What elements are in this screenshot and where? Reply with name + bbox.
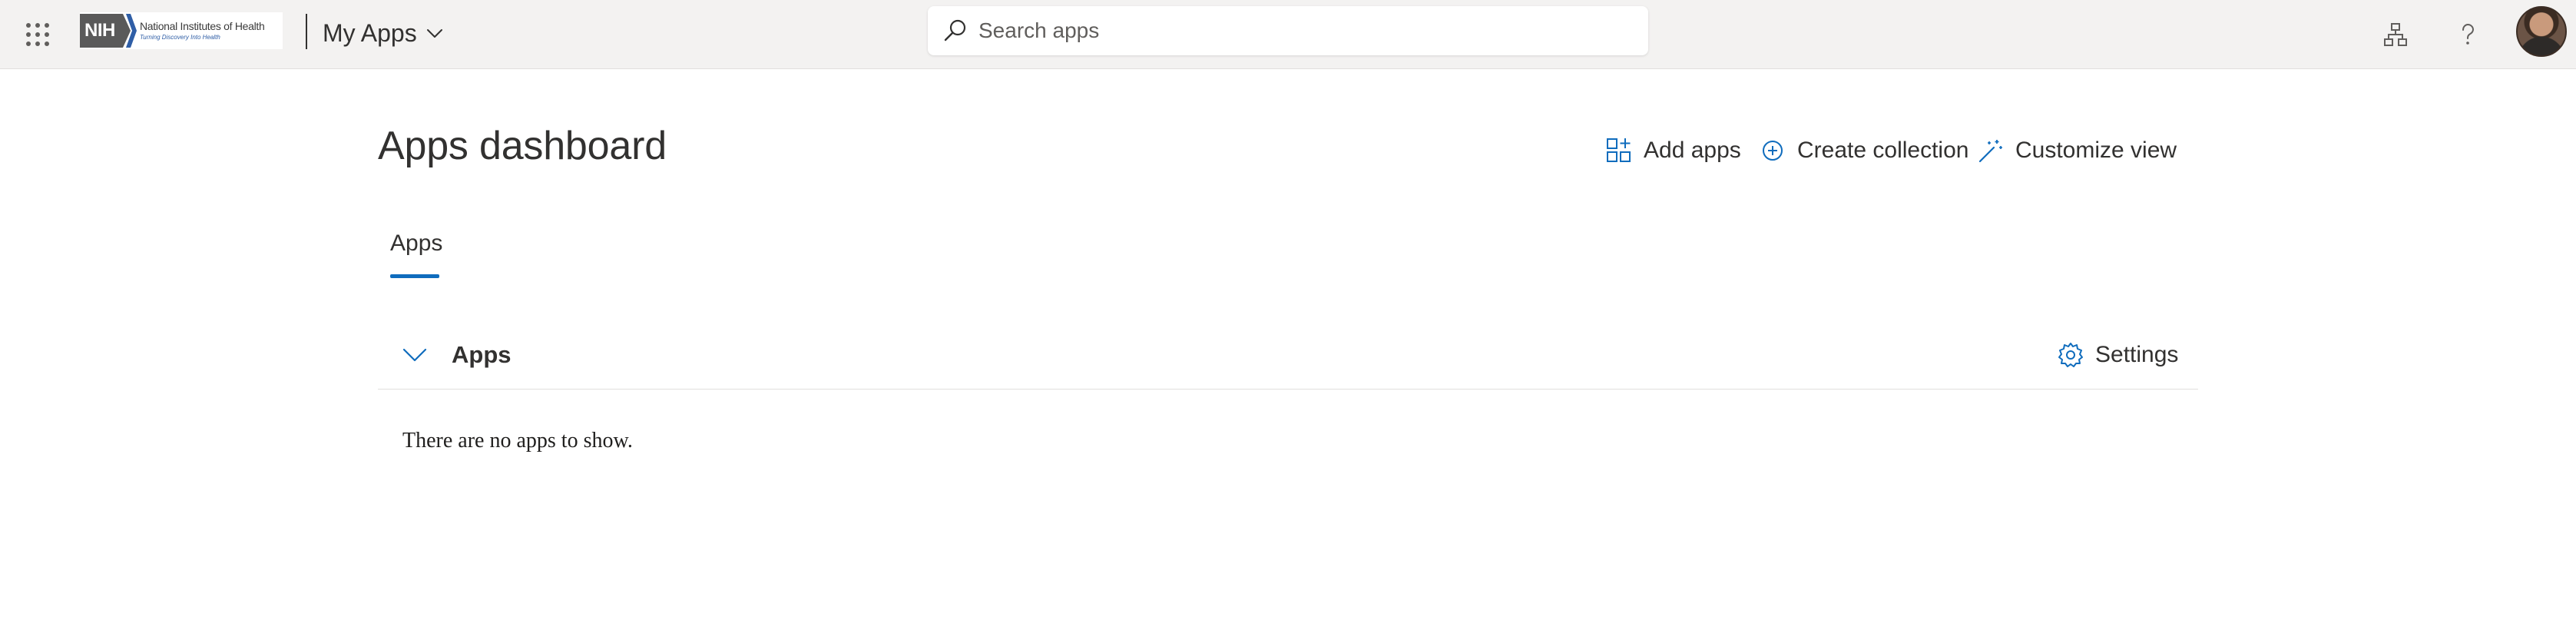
empty-state-message: There are no apps to show. xyxy=(402,429,633,453)
tab-selected-indicator xyxy=(390,274,439,278)
nih-logo-mark: NIH xyxy=(80,14,137,48)
organization-logo[interactable]: NIH National Institutes of Health Turnin… xyxy=(80,12,283,49)
page-title: Apps dashboard xyxy=(378,124,667,168)
magic-wand-icon xyxy=(1978,140,2002,163)
app-title: My Apps xyxy=(323,18,417,47)
add-circle-icon xyxy=(1763,141,1783,161)
section-collapse-toggle[interactable] xyxy=(396,337,433,373)
add-apps-button[interactable]: Add apps xyxy=(1605,132,1741,169)
logo-tagline: Turning Discovery Into Health xyxy=(140,34,220,41)
org-chart-icon-glyph xyxy=(2384,23,2407,46)
customize-view-label: Customize view xyxy=(2015,138,2177,163)
section-divider xyxy=(378,389,2198,390)
app-title-dropdown[interactable]: My Apps xyxy=(323,15,445,51)
section-title: Apps xyxy=(452,341,512,368)
nih-logo-chevron xyxy=(123,14,137,48)
user-avatar[interactable] xyxy=(2516,6,2567,57)
tab-apps-label: Apps xyxy=(390,230,443,256)
question-mark-icon xyxy=(2462,23,2475,45)
create-collection-label: Create collection xyxy=(1797,138,1969,163)
nih-logo-text: National Institutes of Health Turning Di… xyxy=(140,21,265,41)
app-launcher-waffle-icon[interactable] xyxy=(17,14,58,55)
customize-view-button[interactable]: Customize view xyxy=(1977,132,2177,169)
create-collection-button[interactable]: Create collection xyxy=(1759,132,1968,169)
header-divider xyxy=(306,14,307,49)
gear-icon xyxy=(2058,343,2083,367)
search-input[interactable] xyxy=(978,18,1639,43)
waffle-dots xyxy=(26,23,49,46)
add-apps-label: Add apps xyxy=(1644,138,1741,163)
tab-apps[interactable]: Apps xyxy=(390,227,442,278)
help-icon[interactable] xyxy=(2447,14,2488,55)
top-header-bar: NIH National Institutes of Health Turnin… xyxy=(0,0,2576,69)
search-box[interactable] xyxy=(928,6,1648,55)
add-apps-icon xyxy=(1607,138,1631,162)
settings-label: Settings xyxy=(2095,342,2179,367)
section-settings-button[interactable]: Settings xyxy=(2057,335,2178,375)
chevron-down-icon xyxy=(426,29,442,38)
chevron-down-icon xyxy=(402,348,427,362)
org-chart-icon[interactable] xyxy=(2375,14,2416,55)
logo-org-name: National Institutes of Health xyxy=(140,20,265,32)
search-icon xyxy=(944,19,966,41)
